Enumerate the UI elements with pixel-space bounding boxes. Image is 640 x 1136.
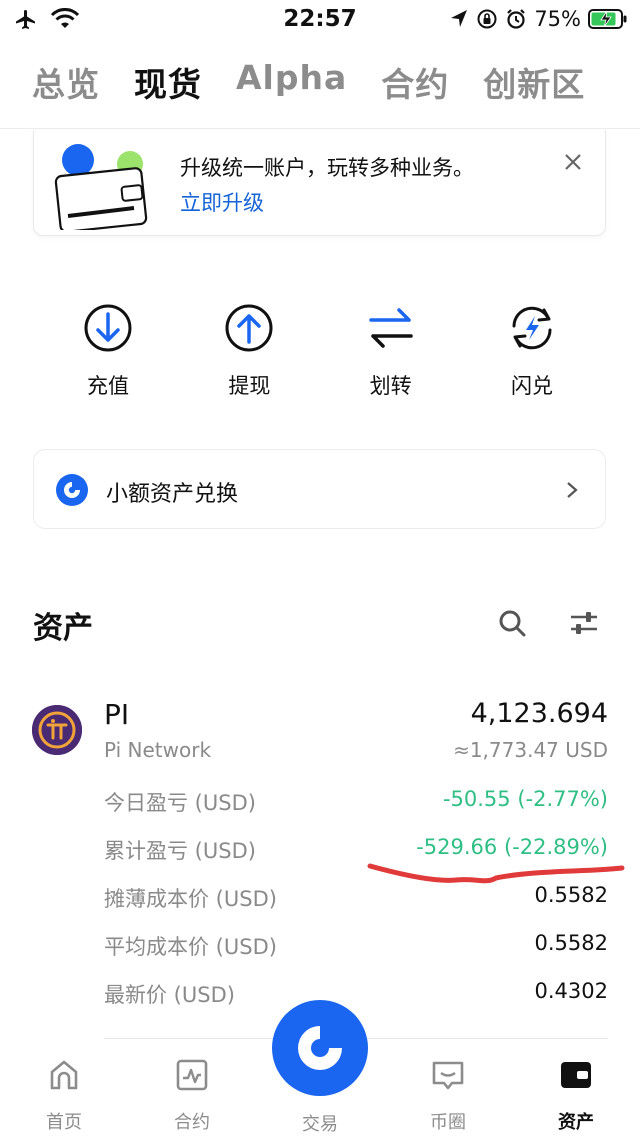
deposit-button[interactable]: 充值	[38, 300, 178, 400]
nav-home-label: 首页	[46, 1112, 82, 1133]
upgrade-banner[interactable]: 升级统一账户，玩转多种业务。 立即升级	[33, 130, 606, 236]
nav-trade-button[interactable]	[272, 1000, 368, 1096]
asset-symbol: PI	[104, 698, 130, 731]
swap-logo-icon	[56, 474, 88, 506]
battery-percent: 75%	[534, 7, 581, 31]
small-asset-swap-card[interactable]: 小额资产兑换	[33, 449, 606, 529]
nav-assets[interactable]: 资产	[536, 1056, 616, 1134]
pi-logo-icon	[32, 705, 82, 755]
deposit-label: 充值	[87, 374, 129, 398]
average-cost-value: 0.5582	[534, 931, 608, 955]
nav-assets-label: 资产	[558, 1112, 594, 1133]
transfer-icon	[368, 308, 413, 348]
wallet-illustration	[54, 144, 148, 230]
alarm-icon	[507, 9, 526, 29]
average-cost-row: 平均成本价 (USD) 0.5582	[104, 931, 608, 961]
nav-feed[interactable]: 币圈	[408, 1056, 488, 1134]
flash-swap-label: 闪兑	[510, 374, 553, 398]
latest-price-label: 最新价 (USD)	[104, 983, 235, 1007]
tab-overview[interactable]: 总览	[32, 58, 100, 106]
withdraw-button[interactable]: 提现	[179, 300, 319, 400]
asset-usd-value: ≈1,773.47 USD	[453, 738, 608, 762]
nav-trade-label: 交易	[302, 1114, 338, 1135]
today-pnl-label: 今日盈亏 (USD)	[104, 791, 256, 815]
tab-futures[interactable]: 合约	[381, 58, 449, 106]
contract-chart-icon	[176, 1059, 208, 1091]
upgrade-now-link[interactable]: 立即升级	[180, 187, 264, 217]
tab-alpha[interactable]: Alpha	[236, 58, 347, 106]
nav-home[interactable]: 首页	[24, 1056, 104, 1134]
today-pnl-row: 今日盈亏 (USD) -50.55 (-2.77%)	[104, 787, 608, 817]
withdraw-label: 提现	[228, 374, 271, 398]
nav-feed-label: 币圈	[430, 1112, 466, 1133]
tab-innovation-zone[interactable]: 创新区	[483, 58, 585, 106]
quick-actions: 充值 提现 划转 闪兑	[38, 300, 602, 400]
transfer-label: 划转	[369, 374, 412, 398]
latest-price-value: 0.4302	[534, 979, 608, 1003]
asset-name: Pi Network	[104, 738, 212, 762]
deposit-icon	[84, 304, 132, 352]
cumulative-pnl-value: -529.66 (-22.89%)	[416, 835, 608, 859]
flash-swap-icon	[512, 306, 552, 350]
filter-icon[interactable]	[568, 608, 600, 638]
trade-logo-icon	[298, 1026, 342, 1070]
tabs-divider	[0, 128, 640, 129]
battery-charging-icon	[588, 9, 627, 29]
close-icon[interactable]	[563, 152, 583, 172]
tab-spot[interactable]: 现货	[134, 58, 202, 106]
status-bar-right: 75%	[449, 7, 628, 31]
wallet-icon	[561, 1062, 591, 1088]
top-tabs: 总览 现货 Alpha 合约 创新区	[32, 58, 585, 106]
latest-price-row: 最新价 (USD) 0.4302	[104, 979, 608, 1009]
cumulative-pnl-label: 累计盈亏 (USD)	[104, 839, 256, 863]
chevron-right-icon	[567, 482, 578, 498]
red-underline-annotation	[367, 863, 625, 884]
rotation-lock-icon	[477, 9, 497, 29]
asset-quantity: 4,123.694	[470, 698, 608, 729]
nav-futures-label: 合约	[174, 1112, 210, 1133]
flash-swap-button[interactable]: 闪兑	[462, 300, 602, 400]
location-icon	[451, 10, 468, 27]
feed-icon	[432, 1061, 464, 1090]
withdraw-icon	[225, 304, 273, 352]
diluted-cost-label: 摊薄成本价 (USD)	[104, 887, 277, 911]
nav-futures[interactable]: 合约	[152, 1056, 232, 1134]
transfer-button[interactable]: 划转	[321, 300, 461, 400]
average-cost-label: 平均成本价 (USD)	[104, 935, 277, 959]
banner-text: 升级统一账户，玩转多种业务。	[180, 156, 474, 180]
home-icon	[50, 1060, 78, 1090]
small-asset-swap-label: 小额资产兑换	[106, 482, 239, 507]
assets-title: 资产	[33, 611, 93, 646]
search-icon[interactable]	[497, 608, 527, 638]
today-pnl-value: -50.55 (-2.77%)	[442, 787, 608, 811]
status-bar: 22:57 75%	[0, 0, 640, 42]
pi-network-logo	[32, 705, 82, 755]
